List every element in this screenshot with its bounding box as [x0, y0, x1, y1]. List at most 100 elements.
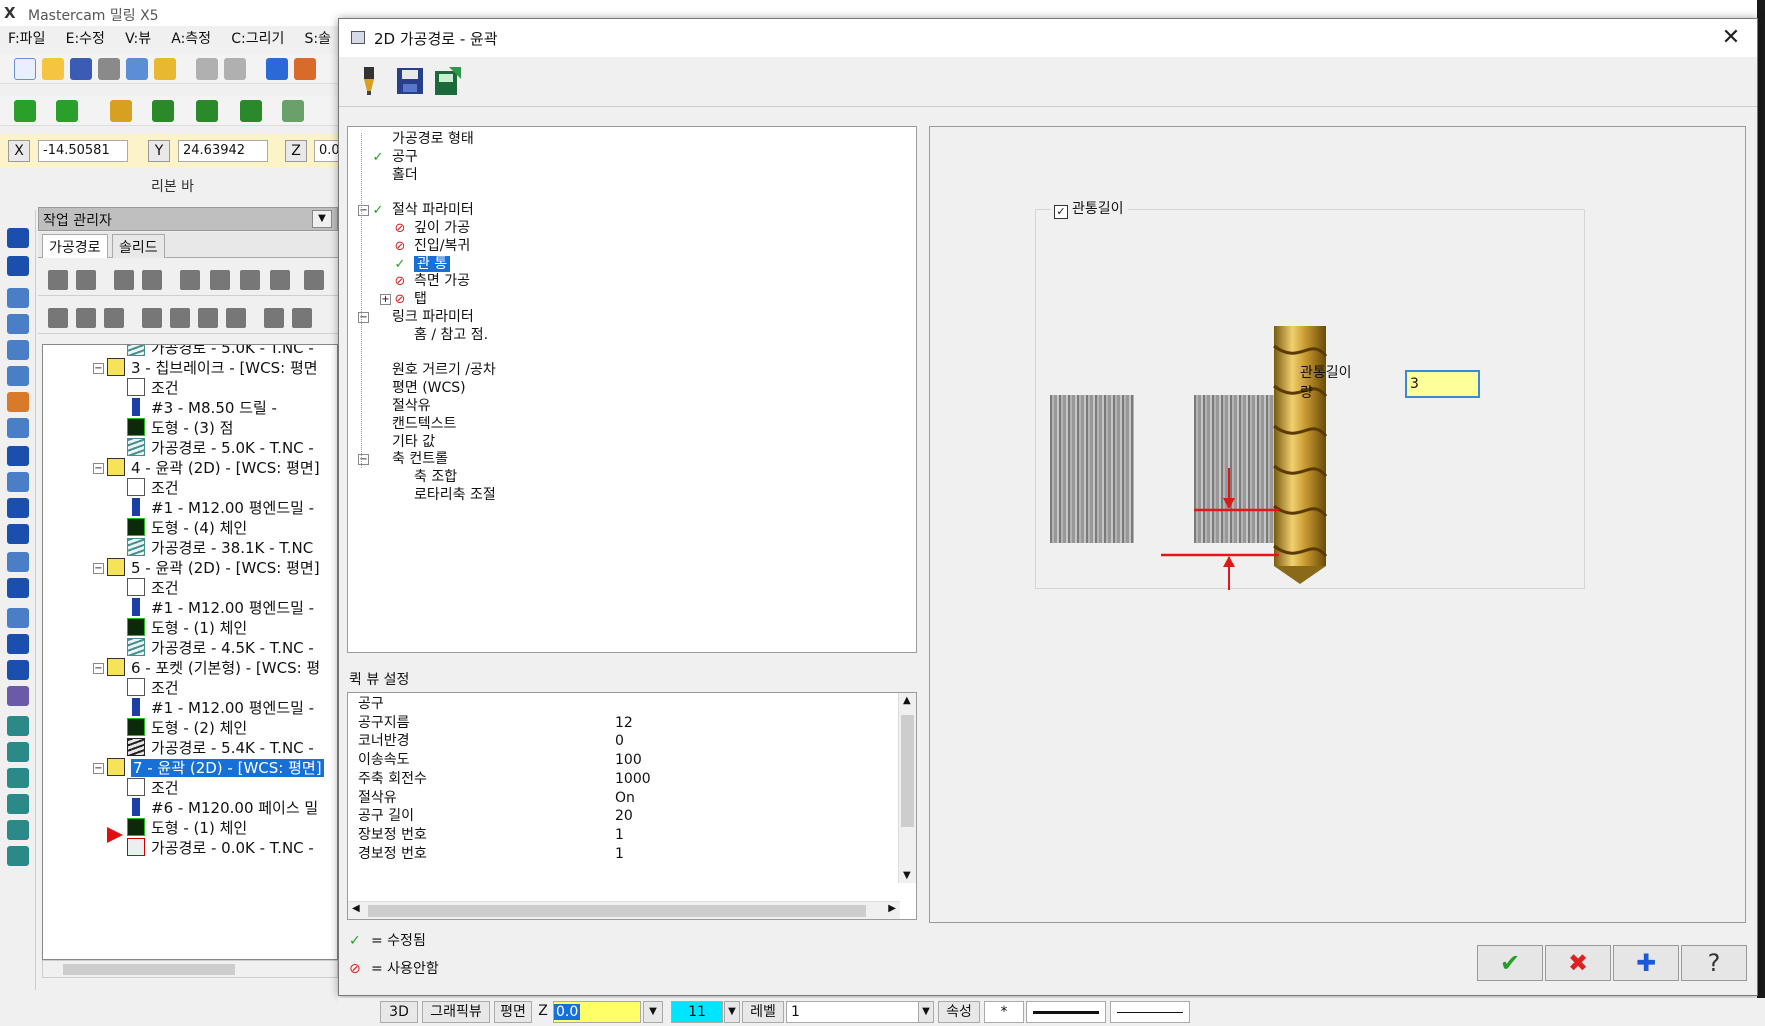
tree-item[interactable]: #3 - M8.50 드릴 - — [127, 397, 277, 419]
highfeed-icon[interactable] — [270, 270, 290, 290]
tree-item[interactable]: #6 - M120.00 페이스 밀 — [127, 797, 318, 819]
x-coord-field[interactable]: -14.50581 — [38, 140, 128, 162]
quick-view-horizontal-scrollbar[interactable]: ◀ ▶ — [348, 901, 900, 919]
tree-item[interactable]: 도형 - (1) 체인 — [127, 817, 247, 839]
collapse-icon[interactable]: − — [93, 463, 104, 474]
save-defaults-icon[interactable] — [395, 65, 425, 97]
stock-icon[interactable] — [7, 660, 29, 680]
menu-create[interactable]: C:그리기 — [231, 28, 284, 48]
cancel-button[interactable]: ✖ — [1545, 945, 1611, 981]
tree-item[interactable]: 가공경로 - 4.5K - T.NC - — [127, 637, 314, 659]
raster-icon[interactable] — [7, 820, 29, 840]
redo-icon[interactable] — [224, 58, 246, 80]
open-file-icon[interactable] — [42, 58, 64, 80]
chevron-down-icon[interactable]: ▼ — [312, 210, 332, 228]
chamfer-icon[interactable] — [240, 100, 262, 122]
lock-icon[interactable] — [48, 308, 68, 328]
area-icon[interactable] — [7, 768, 29, 788]
dynamic-icon[interactable] — [7, 742, 29, 762]
gview-button[interactable]: 그래픽뷰 — [422, 1001, 490, 1023]
close-button[interactable]: ✕ — [1717, 25, 1745, 51]
scroll-arrow-icon[interactable] — [226, 308, 246, 328]
collapse-icon[interactable]: − — [93, 363, 104, 374]
collapse-icon[interactable]: − — [93, 763, 104, 774]
3d-button[interactable]: 3D — [380, 1001, 418, 1023]
tree-item[interactable]: 조건 — [127, 577, 179, 599]
solid-icon[interactable] — [282, 100, 304, 122]
z-depth-field[interactable]: 0.0 — [553, 1001, 641, 1023]
tab-toolpaths[interactable]: 가공경로 — [42, 234, 108, 258]
verify-icon[interactable] — [210, 270, 230, 290]
operation-folder[interactable]: − 4 - 윤곽 (2D) - [WCS: 평면] — [93, 457, 320, 479]
scallop-icon[interactable] — [7, 846, 29, 866]
operation-folder[interactable]: − 5 - 윤곽 (2D) - [WCS: 평면] — [93, 557, 320, 579]
slot-icon[interactable] — [7, 366, 29, 386]
menu-edit[interactable]: E:수정 — [66, 28, 105, 48]
collapse-icon[interactable]: − — [358, 454, 369, 466]
regenerate-icon[interactable] — [114, 270, 134, 290]
point-style-field[interactable]: * — [984, 1001, 1024, 1023]
tree-item[interactable]: 조건 — [127, 477, 179, 499]
tree-item[interactable]: 도형 - (3) 점 — [127, 417, 233, 439]
color-field[interactable]: 11 — [671, 1001, 723, 1023]
thread-icon[interactable] — [7, 524, 29, 544]
load-defaults-icon[interactable] — [433, 65, 463, 97]
undo-icon[interactable] — [196, 58, 218, 80]
move-down-icon[interactable] — [142, 308, 162, 328]
quick-view-vertical-scrollbar[interactable]: ▲ ▼ — [898, 693, 916, 883]
solid-mill-icon[interactable] — [7, 686, 29, 706]
surface-icon[interactable] — [7, 578, 29, 598]
tree-item[interactable]: 도형 - (2) 체인 — [127, 717, 247, 739]
param-tree-item[interactable]: 로타리축 조절 — [392, 485, 496, 505]
tree-item[interactable]: 도형 - (4) 체인 — [127, 517, 247, 539]
tree-item[interactable]: 가공경로 - 38.1K - T.NC — [127, 537, 313, 559]
toggle-display-icon[interactable] — [76, 308, 96, 328]
tree-item[interactable]: 조건 — [127, 377, 179, 399]
menu-view[interactable]: V:뷰 — [125, 28, 151, 48]
edit-icon[interactable] — [154, 58, 176, 80]
circle-mill-icon[interactable] — [7, 446, 29, 466]
tree-item[interactable]: 가공경로 - 0.0K - T.NC - — [127, 837, 314, 859]
move-up-icon[interactable] — [170, 308, 190, 328]
tool-display-icon[interactable] — [353, 65, 383, 97]
waterline-icon[interactable] — [7, 794, 29, 814]
scroll-up-icon[interactable]: ▲ — [903, 695, 911, 706]
contour-icon[interactable] — [7, 256, 29, 276]
tree-item[interactable]: 가공경로 - 5.0K - T.NC - — [127, 437, 314, 459]
operation-folder[interactable]: − 7 - 윤곽 (2D) - [WCS: 평면] — [93, 757, 324, 779]
backplot-icon[interactable] — [180, 270, 200, 290]
tree-item[interactable]: 가공경로 - 5.4K - T.NC - — [127, 737, 314, 759]
expand-icon[interactable]: + — [380, 294, 391, 306]
engrave-icon[interactable] — [7, 392, 29, 412]
post-icon[interactable] — [240, 270, 260, 290]
bore-icon[interactable] — [7, 498, 29, 518]
menu-solids[interactable]: S:솔 — [304, 28, 330, 48]
select-dirty-icon[interactable] — [76, 270, 96, 290]
transform-icon[interactable] — [7, 552, 29, 572]
chamfer-mill-icon[interactable] — [7, 418, 29, 438]
planes-button[interactable]: 평면 — [494, 1001, 532, 1023]
scroll-right-icon[interactable]: ▶ — [888, 903, 896, 914]
help-button[interactable]: ? — [1681, 945, 1747, 981]
level-field[interactable]: 1 — [786, 1001, 934, 1023]
param-tree-item[interactable]: 홈 / 참고 점. — [392, 325, 488, 345]
break-through-checkbox-row[interactable]: ✓ 관통길이 — [1050, 199, 1128, 219]
helix-icon[interactable] — [7, 472, 29, 492]
shade-icon[interactable] — [294, 58, 316, 80]
toolpath-icon[interactable] — [7, 228, 29, 248]
menu-file[interactable]: F:파일 — [8, 28, 45, 48]
circle-icon[interactable] — [110, 100, 132, 122]
fillet-icon[interactable] — [196, 100, 218, 122]
multiaxis-icon[interactable] — [7, 608, 29, 628]
wireframe-icon[interactable] — [7, 634, 29, 654]
tree-item[interactable]: 조건 — [127, 677, 179, 699]
line-style-field[interactable] — [1026, 1001, 1106, 1023]
show-geometry-icon[interactable] — [292, 308, 312, 328]
rectangle-icon[interactable] — [152, 100, 174, 122]
tree-item[interactable]: 도형 - (1) 체인 — [127, 617, 247, 639]
tree-item[interactable]: #1 - M12.00 평엔드밀 - — [127, 597, 314, 619]
tab-solids[interactable]: 솔리드 — [112, 234, 165, 258]
collapse-icon[interactable]: − — [358, 205, 369, 217]
tree-item[interactable]: #1 - M12.00 평엔드밀 - — [127, 497, 314, 519]
collapse-icon[interactable]: − — [93, 563, 104, 574]
